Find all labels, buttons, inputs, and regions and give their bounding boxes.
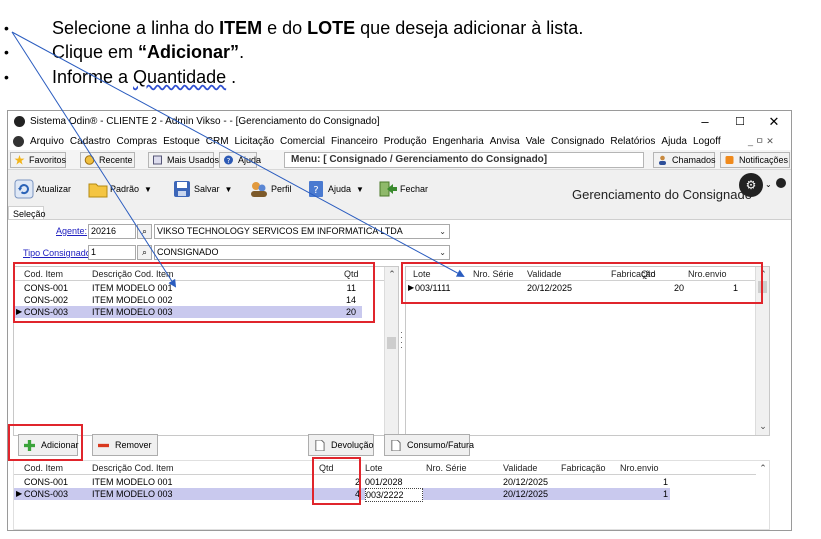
arrow-to-item (11, 31, 177, 288)
arrow-to-lot (11, 31, 465, 277)
pointer-arrows (11, 31, 465, 288)
